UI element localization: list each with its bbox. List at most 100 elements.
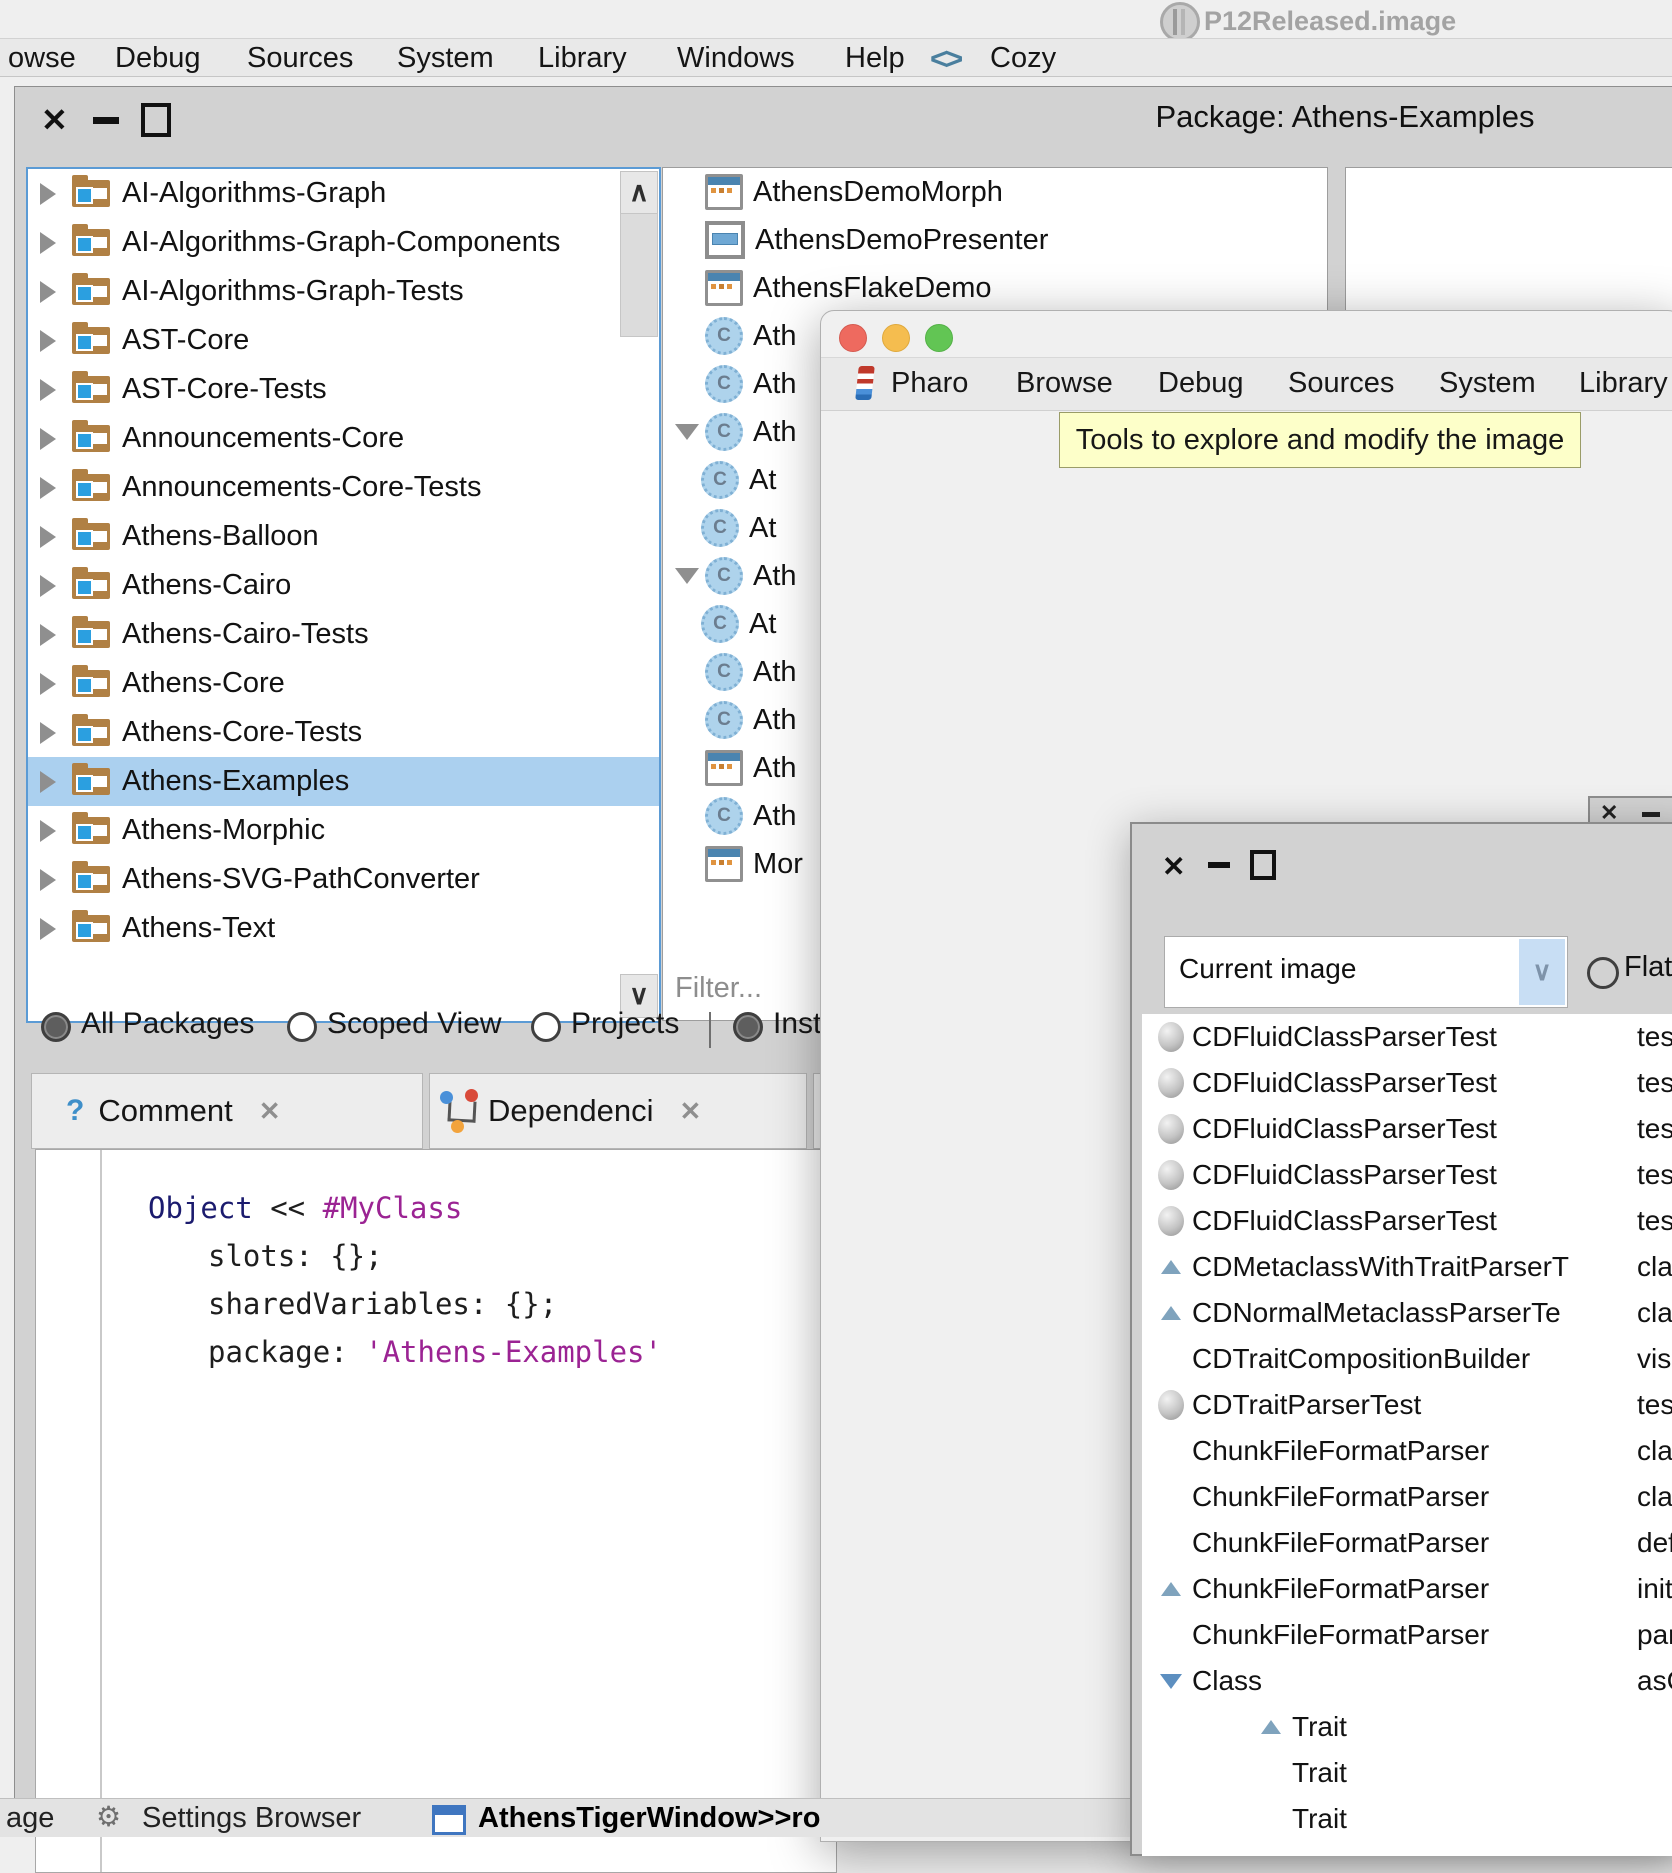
- expander-icon[interactable]: [40, 575, 56, 597]
- minimize-icon[interactable]: [93, 117, 119, 124]
- method-row[interactable]: CDFluidClassParserTesttestW: [1142, 1152, 1672, 1198]
- expander-icon[interactable]: [40, 281, 56, 303]
- menu-system[interactable]: System: [397, 42, 494, 75]
- collapse-icon[interactable]: [675, 424, 699, 440]
- minimize-icon[interactable]: [1642, 812, 1660, 817]
- package-row[interactable]: Athens-Balloon: [28, 512, 659, 561]
- package-row[interactable]: Athens-Cairo-Tests: [28, 610, 659, 659]
- package-row[interactable]: Announcements-Core-Tests: [28, 463, 659, 512]
- menu-pharo[interactable]: Pharo: [891, 367, 968, 400]
- method-row[interactable]: TraitasCla: [1202, 1704, 1672, 1750]
- expander-icon[interactable]: [40, 477, 56, 499]
- tab-close-icon[interactable]: ✕: [679, 1096, 701, 1127]
- close-icon[interactable]: ✕: [1162, 850, 1185, 883]
- method-row[interactable]: CDFluidClassParserTesttestW: [1142, 1198, 1672, 1244]
- expander-icon[interactable]: [40, 673, 56, 695]
- maximize-icon[interactable]: [141, 103, 171, 137]
- method-row[interactable]: ChunkFileFormatParserclass: [1142, 1474, 1672, 1520]
- package-row[interactable]: Athens-Core-Tests: [28, 708, 659, 757]
- expander-icon[interactable]: [40, 428, 56, 450]
- menu-debug[interactable]: Debug: [1158, 367, 1243, 400]
- close-traffic-light[interactable]: [839, 324, 867, 352]
- method-row[interactable]: CDTraitCompositionBuildervisitM: [1142, 1336, 1672, 1382]
- close-icon[interactable]: ✕: [41, 101, 68, 139]
- maximize-icon[interactable]: [1250, 850, 1276, 880]
- expander-icon[interactable]: [40, 771, 56, 793]
- package-row[interactable]: Athens-SVG-PathConverter: [28, 855, 659, 904]
- package-row-selected[interactable]: Athens-Examples: [28, 757, 659, 806]
- method-row[interactable]: CDFluidClassParserTesttestW: [1142, 1014, 1672, 1060]
- method-row[interactable]: TraitisCla: [1202, 1796, 1672, 1842]
- method-list: CDFluidClassParserTesttestW CDFluidClass…: [1142, 1014, 1672, 1856]
- expander-icon[interactable]: [40, 722, 56, 744]
- method-row[interactable]: ClassasCla: [1142, 1658, 1672, 1704]
- package-row[interactable]: Athens-Morphic: [28, 806, 659, 855]
- scrollbar-thumb[interactable]: [620, 213, 658, 337]
- taskbar-item-cut[interactable]: age: [6, 1802, 54, 1835]
- class-definition-code[interactable]: Object << #MyClassslots: {};sharedVariab…: [148, 1184, 662, 1376]
- package-row[interactable]: AST-Core-Tests: [28, 365, 659, 414]
- package-row[interactable]: Athens-Text: [28, 904, 659, 953]
- menu-help[interactable]: Help: [845, 42, 905, 75]
- menu-library[interactable]: Library: [538, 42, 627, 75]
- tab-dependencies[interactable]: Dependenci ✕: [429, 1073, 807, 1149]
- tab-close-icon[interactable]: ✕: [259, 1096, 281, 1127]
- taskbar-item-active[interactable]: AthensTigerWindow>>ro: [478, 1802, 820, 1835]
- package-row[interactable]: Announcements-Core: [28, 414, 659, 463]
- class-row[interactable]: AthensDemoMorph: [663, 168, 1327, 216]
- chevron-down-icon[interactable]: ∨: [1519, 939, 1565, 1005]
- menu-debug[interactable]: Debug: [115, 42, 200, 75]
- expander-icon[interactable]: [40, 918, 56, 940]
- package-row[interactable]: AI-Algorithms-Graph: [28, 169, 659, 218]
- class-row[interactable]: AthensFlakeDemo: [663, 264, 1327, 312]
- menu-cozy[interactable]: Cozy: [990, 42, 1056, 75]
- expander-icon[interactable]: [40, 820, 56, 842]
- radio-projects[interactable]: [531, 1012, 561, 1042]
- expander-icon[interactable]: [40, 869, 56, 891]
- method-row[interactable]: CDFluidClassParserTesttestW: [1142, 1106, 1672, 1152]
- method-row[interactable]: CDNormalMetaclassParserTeclass: [1142, 1290, 1672, 1336]
- expander-icon[interactable]: [40, 330, 56, 352]
- method-row[interactable]: CDMetaclassWithTraitParserTclass: [1142, 1244, 1672, 1290]
- menu-library[interactable]: Library: [1579, 367, 1668, 400]
- expander-icon[interactable]: [40, 183, 56, 205]
- expander-icon[interactable]: [40, 624, 56, 646]
- taskbar-item-settings-browser[interactable]: Settings Browser: [142, 1802, 361, 1835]
- method-row[interactable]: ChunkFileFormatParserclass: [1142, 1428, 1672, 1474]
- menu-browse[interactable]: Browse: [1016, 367, 1113, 400]
- tab-comment[interactable]: ? Comment ✕: [31, 1073, 423, 1149]
- expander-icon[interactable]: [40, 379, 56, 401]
- package-row[interactable]: Athens-Cairo: [28, 561, 659, 610]
- settings-gear-icon: ⚙: [96, 1800, 121, 1833]
- minimize-icon[interactable]: [1208, 862, 1230, 868]
- method-row[interactable]: ChunkFileFormatParserinitia: [1142, 1566, 1672, 1612]
- scope-dropdown[interactable]: Current image ∨: [1164, 936, 1568, 1008]
- expander-icon[interactable]: [40, 526, 56, 548]
- menu-sources[interactable]: Sources: [247, 42, 353, 75]
- method-row[interactable]: Traitclass: [1202, 1750, 1672, 1796]
- radio-inst[interactable]: [733, 1012, 763, 1042]
- method-row[interactable]: CDTraitParserTesttestC: [1142, 1382, 1672, 1428]
- menu-browse[interactable]: owse: [8, 42, 76, 75]
- package-row[interactable]: AI-Algorithms-Graph-Tests: [28, 267, 659, 316]
- collapse-icon[interactable]: [675, 568, 699, 584]
- code-editor[interactable]: Object << #MyClassslots: {};sharedVariab…: [35, 1149, 837, 1873]
- zoom-traffic-light[interactable]: [925, 324, 953, 352]
- minimize-traffic-light[interactable]: [882, 324, 910, 352]
- method-row[interactable]: CDFluidClassParserTesttestW: [1142, 1060, 1672, 1106]
- method-row[interactable]: ChunkFileFormatParserdefau: [1142, 1520, 1672, 1566]
- menu-windows[interactable]: Windows: [677, 42, 795, 75]
- radio-all-packages[interactable]: [41, 1012, 71, 1042]
- menu-sources[interactable]: Sources: [1288, 367, 1394, 400]
- package-row[interactable]: AI-Algorithms-Graph-Components: [28, 218, 659, 267]
- class-row[interactable]: AthensDemoPresenter: [663, 216, 1327, 264]
- package-row[interactable]: Athens-Core: [28, 659, 659, 708]
- menu-system[interactable]: System: [1439, 367, 1536, 400]
- expander-icon[interactable]: [40, 232, 56, 254]
- class-filter-input[interactable]: Filter...: [675, 972, 762, 1005]
- radio-flat[interactable]: [1587, 957, 1619, 989]
- radio-scoped-view[interactable]: [287, 1012, 317, 1042]
- package-row[interactable]: AST-Core: [28, 316, 659, 365]
- method-row[interactable]: ChunkFileFormatParserparse: [1142, 1612, 1672, 1658]
- scroll-up-button[interactable]: ∧: [620, 171, 658, 215]
